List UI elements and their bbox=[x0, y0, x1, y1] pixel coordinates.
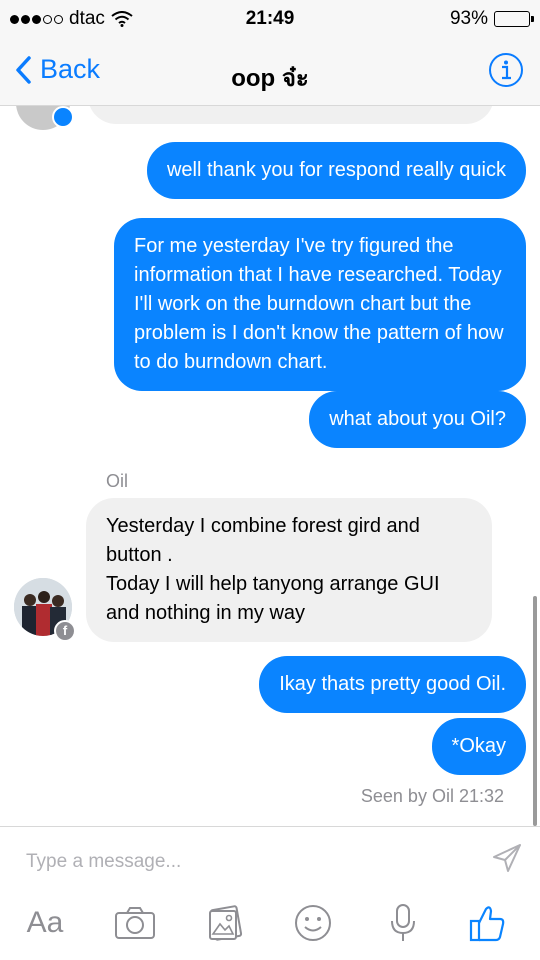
smiley-icon bbox=[295, 905, 331, 941]
messenger-badge-icon bbox=[52, 106, 74, 128]
message-list[interactable]: well thank you for respond really quick … bbox=[0, 106, 540, 826]
camera-icon bbox=[115, 907, 155, 939]
battery-percent: 93% bbox=[449, 8, 488, 29]
info-icon[interactable] bbox=[488, 52, 524, 88]
conversation-title: oop จ๋ะ bbox=[231, 65, 309, 92]
seen-receipt: Seen by Oil 21:32 bbox=[360, 786, 504, 806]
navigation-bar: Back oop จ๋ะ bbox=[0, 36, 540, 106]
battery-info: 93% bbox=[449, 8, 534, 30]
outgoing-message[interactable]: what about you Oil? bbox=[309, 391, 526, 448]
outgoing-message[interactable]: well thank you for respond really quick bbox=[146, 142, 526, 199]
photos-button[interactable] bbox=[202, 901, 248, 945]
compose-area: Aa bbox=[0, 826, 540, 960]
scrollbar[interactable] bbox=[533, 596, 537, 826]
like-button[interactable] bbox=[464, 901, 510, 945]
status-bar: dtac 21:49 93% bbox=[0, 0, 540, 36]
message-line: Today I will help tanyong arrange GUI an… bbox=[106, 573, 440, 624]
battery-icon bbox=[494, 11, 534, 27]
incoming-message[interactable]: Yesterday I combine forest gird and butt… bbox=[86, 498, 492, 642]
outgoing-message[interactable]: *Okay bbox=[431, 718, 526, 775]
message-input[interactable] bbox=[26, 847, 466, 877]
text-format-button[interactable]: Aa bbox=[22, 901, 68, 945]
send-icon[interactable] bbox=[490, 841, 524, 875]
compose-toolbar: Aa bbox=[0, 901, 540, 949]
microphone-icon bbox=[391, 904, 415, 941]
camera-button[interactable] bbox=[112, 901, 158, 945]
photos-icon bbox=[209, 905, 243, 941]
message-line: Yesterday I combine forest gird and butt… bbox=[106, 515, 420, 566]
sticker-button[interactable] bbox=[290, 901, 336, 945]
sender-name: Oil bbox=[106, 471, 128, 491]
outgoing-message[interactable]: Ikay thats pretty good Oil. bbox=[259, 656, 526, 713]
thumbs-up-icon bbox=[469, 906, 505, 942]
facebook-badge-icon: f bbox=[54, 620, 76, 642]
outgoing-message[interactable]: For me yesterday I've try figured the in… bbox=[114, 218, 526, 391]
previous-incoming-bubble bbox=[88, 106, 494, 124]
voice-button[interactable] bbox=[380, 901, 426, 945]
